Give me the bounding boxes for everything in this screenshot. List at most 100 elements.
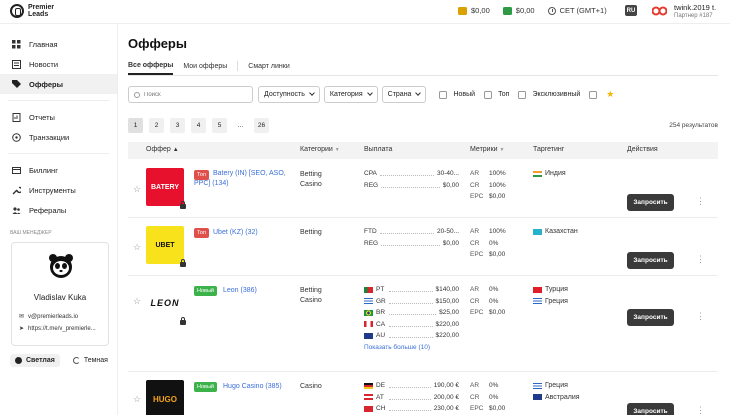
favorite-star-icon[interactable]: ☆: [133, 242, 141, 253]
page-button[interactable]: 1: [128, 118, 143, 133]
offer-logo-batery[interactable]: BATERY: [146, 168, 184, 206]
offer-tabs: Все офферы Мои офферы Смарт линки: [128, 57, 300, 75]
more-menu-icon[interactable]: ⋮: [696, 311, 705, 322]
offer-link[interactable]: Ubet (KZ) (32): [213, 228, 258, 238]
show-more-link[interactable]: Показать больше (10): [364, 344, 459, 351]
page-button[interactable]: 5: [212, 118, 227, 133]
offer-targeting: Турция Греция: [533, 284, 568, 307]
sidebar-item-referrals[interactable]: Рефералы: [0, 200, 117, 220]
manager-section-title: ВАШ МЕНЕДЖЕР: [10, 230, 52, 236]
flag-kz-icon: [533, 228, 542, 235]
favorite-star-icon[interactable]: ☆: [133, 296, 141, 307]
flag-gr-icon: [533, 298, 542, 305]
manager-card: Vladislav Kuka ✉ v@premierleads.io ➤ htt…: [11, 242, 109, 346]
more-menu-icon[interactable]: ⋮: [696, 254, 705, 265]
sidebar: Главная Новости Офферы Отчеты Транзакции…: [0, 24, 118, 415]
tab-all-offers[interactable]: Все офферы: [128, 57, 174, 75]
manager-email[interactable]: ✉ v@premierleads.io: [19, 313, 109, 321]
sidebar-item-billing[interactable]: Биллинг: [0, 160, 117, 180]
flag-pt-icon: [364, 286, 373, 293]
tabs-divider: [128, 75, 718, 76]
more-menu-icon[interactable]: ⋮: [696, 196, 705, 207]
checkbox-top[interactable]: Топ: [484, 90, 509, 99]
logo[interactable]: Premier Leads: [10, 4, 54, 18]
user-name: twink.2019 t.: [674, 3, 717, 12]
transactions-icon: [12, 132, 21, 142]
favorite-star-icon[interactable]: ☆: [133, 394, 141, 405]
request-button[interactable]: Запросить: [627, 194, 674, 211]
balance-main[interactable]: $0,00: [458, 6, 490, 15]
checkbox-favorites[interactable]: ★: [589, 89, 614, 100]
page-button[interactable]: 2: [149, 118, 164, 133]
status-badge: Новый: [194, 382, 217, 392]
flag-gr-icon: [533, 382, 542, 389]
tab-smart-links[interactable]: Смарт линки: [248, 57, 289, 75]
filter-country[interactable]: Страна: [381, 86, 427, 103]
telegram-icon: ➤: [19, 326, 25, 332]
offer-logo-leon[interactable]: LEON: [146, 284, 184, 322]
sort-icon: ▼: [334, 147, 340, 153]
user-partner-id: Партнер #187: [674, 13, 713, 19]
offer-link[interactable]: Hugo Casino (385): [223, 382, 282, 392]
lock-icon: [180, 317, 186, 325]
search-icon: [134, 91, 140, 98]
sidebar-item-transactions[interactable]: Транзакции: [0, 127, 117, 147]
top-bar: Premier Leads $0,00 $0,00 CET (GMT+1) RU…: [0, 0, 730, 24]
offer-link[interactable]: Batery (IN) [SEO, ASO, PPC] (134): [194, 169, 291, 189]
offer-logo-hugo[interactable]: HUGO: [146, 380, 184, 415]
offer-categories: Betting Casino: [300, 171, 322, 188]
col-metrics[interactable]: Метрики ▼: [470, 146, 504, 153]
more-menu-icon[interactable]: ⋮: [696, 405, 705, 415]
flag-at-icon: [364, 394, 373, 401]
page-button[interactable]: 4: [191, 118, 206, 133]
col-offer[interactable]: Оффер ▲: [146, 146, 179, 153]
offer-logo-ubet[interactable]: UBET: [146, 226, 184, 264]
language-switch[interactable]: RU: [625, 5, 637, 16]
request-button[interactable]: Запросить: [627, 403, 674, 415]
request-button[interactable]: Запросить: [627, 309, 674, 326]
sidebar-item-home[interactable]: Главная: [0, 34, 117, 54]
flag-de-icon: [364, 382, 373, 389]
tab-my-offers[interactable]: Мои офферы: [183, 57, 227, 75]
logo-text-2: Leads: [28, 11, 49, 18]
search-input[interactable]: [144, 91, 244, 98]
theme-switch: Светлая Темная: [10, 354, 121, 367]
wallet-icon: [502, 6, 512, 15]
request-button[interactable]: Запросить: [627, 252, 674, 269]
flag-ca-icon: [364, 321, 373, 328]
user-menu[interactable]: twink.2019 t. Партнер #187: [674, 3, 716, 21]
timezone[interactable]: CET (GMT+1): [547, 6, 607, 15]
grid-icon: [12, 39, 21, 49]
sidebar-item-tools[interactable]: Инструменты: [0, 180, 117, 200]
checkbox-exclusive[interactable]: Эксклюзивный: [518, 90, 580, 99]
sidebar-item-offers[interactable]: Офферы: [0, 74, 117, 94]
page-button[interactable]: 3: [170, 118, 185, 133]
filter-availability[interactable]: Доступность: [258, 86, 320, 103]
theme-light-button[interactable]: Светлая: [10, 354, 60, 367]
referrals-icon: [12, 206, 21, 215]
sidebar-item-news[interactable]: Новости: [0, 54, 117, 74]
chevron-down-icon: [309, 90, 315, 96]
offer-metrics: AR 100% CR 0% EPC $0,00: [470, 228, 506, 259]
flag-ch-icon: [364, 405, 373, 412]
manager-telegram[interactable]: ➤ https://t.me/v_premierle...: [19, 325, 109, 333]
offer-link[interactable]: Leon (386): [223, 286, 257, 296]
col-categories[interactable]: Категории ▼: [300, 146, 340, 153]
balance-hold[interactable]: $0,00: [502, 6, 535, 15]
balances: $0,00 $0,00 CET (GMT+1): [458, 6, 620, 15]
flag-br-icon: [364, 309, 373, 316]
filter-bar: Доступность Категория Страна Новый Топ Э…: [128, 86, 614, 103]
theme-dark-button[interactable]: Темная: [68, 354, 113, 367]
offer-metrics: AR 0% CR 0% EPC $0,00: [470, 382, 506, 413]
offer-targeting: Индия: [533, 168, 566, 180]
sidebar-item-reports[interactable]: Отчеты: [0, 107, 117, 127]
col-targeting: Таргетинг: [533, 146, 565, 153]
favorite-star-icon[interactable]: ☆: [133, 184, 141, 195]
search-box[interactable]: [128, 86, 253, 103]
manager-name: Vladislav Kuka: [33, 293, 87, 302]
results-count: 254 результатов: [669, 122, 718, 129]
status-badge: Топ: [194, 228, 209, 238]
page-button[interactable]: 26: [254, 118, 269, 133]
filter-category[interactable]: Категория: [323, 86, 378, 103]
checkbox-new[interactable]: Новый: [439, 90, 475, 99]
